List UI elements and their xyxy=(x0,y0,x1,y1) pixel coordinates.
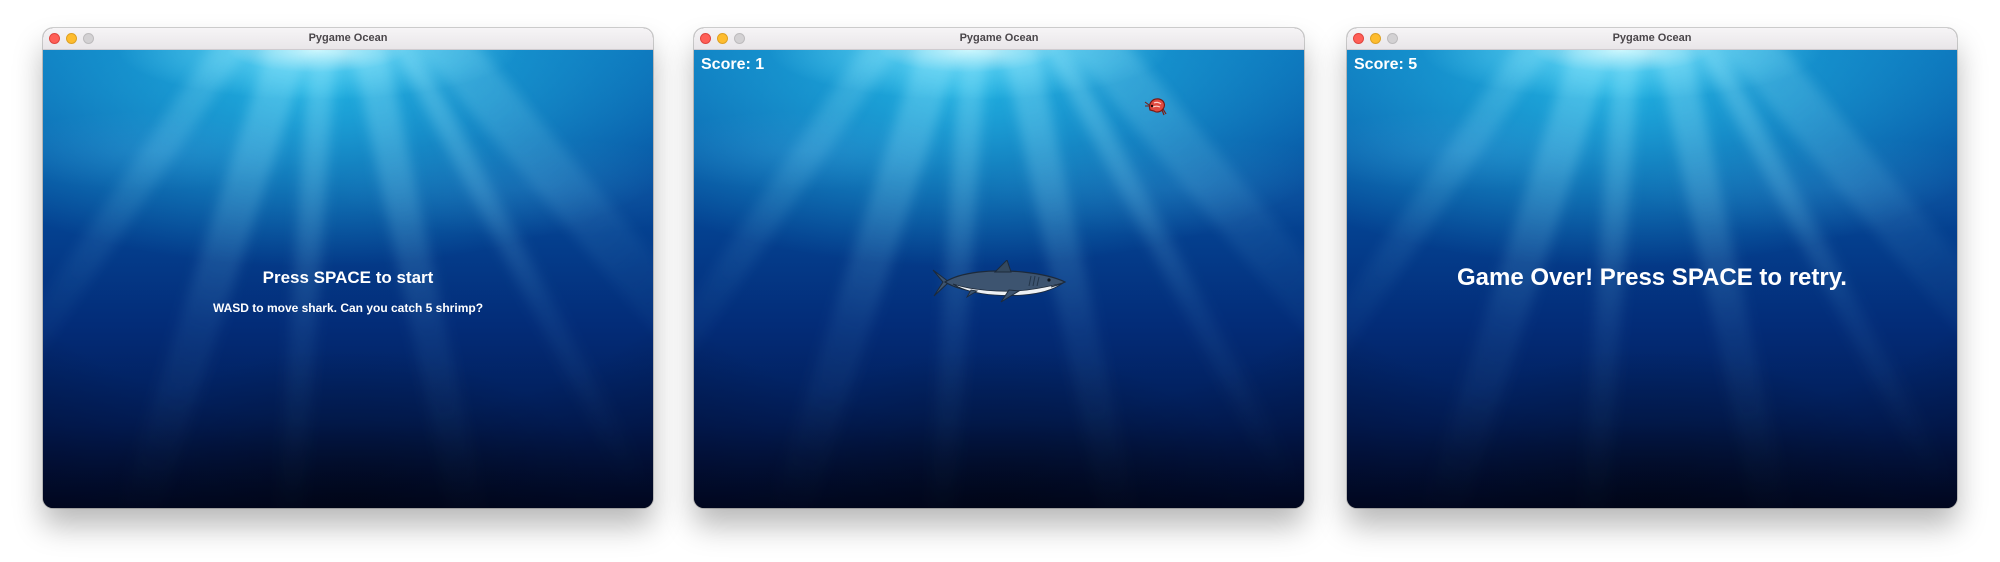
screenshot-stage: Pygame Ocean Press SPACE to start WASD t… xyxy=(0,0,2000,562)
game-over-message: Game Over! Press SPACE to retry. xyxy=(1457,264,1847,291)
shrimp-sprite xyxy=(1144,98,1167,116)
score-label: Score: 1 xyxy=(701,56,765,73)
window-title: Pygame Ocean xyxy=(959,32,1039,44)
shark-sprite xyxy=(932,260,1067,303)
game-window-game-over: Pygame Ocean Score: 5 Game Over! Press S… xyxy=(1347,28,1957,508)
game-canvas[interactable]: Press SPACE to start WASD to move shark.… xyxy=(43,50,653,508)
game-canvas[interactable]: Score: 5 Game Over! Press SPACE to retry… xyxy=(1347,50,1957,508)
game-window-playing: Pygame Ocean Score: 1 xyxy=(694,28,1304,508)
start-prompt: Press SPACE to start xyxy=(262,268,434,287)
game-canvas[interactable]: Score: 1 xyxy=(694,50,1304,508)
title-bar[interactable]: Pygame Ocean xyxy=(694,28,1304,50)
title-bar[interactable]: Pygame Ocean xyxy=(1347,28,1957,50)
instructions-text: WASD to move shark. Can you catch 5 shri… xyxy=(212,301,484,315)
title-bar[interactable]: Pygame Ocean xyxy=(43,28,653,50)
window-title: Pygame Ocean xyxy=(308,32,388,44)
game-window-start: Pygame Ocean Press SPACE to start WASD t… xyxy=(43,28,653,508)
window-title: Pygame Ocean xyxy=(1612,32,1692,44)
score-label: Score: 5 xyxy=(1354,56,1418,73)
